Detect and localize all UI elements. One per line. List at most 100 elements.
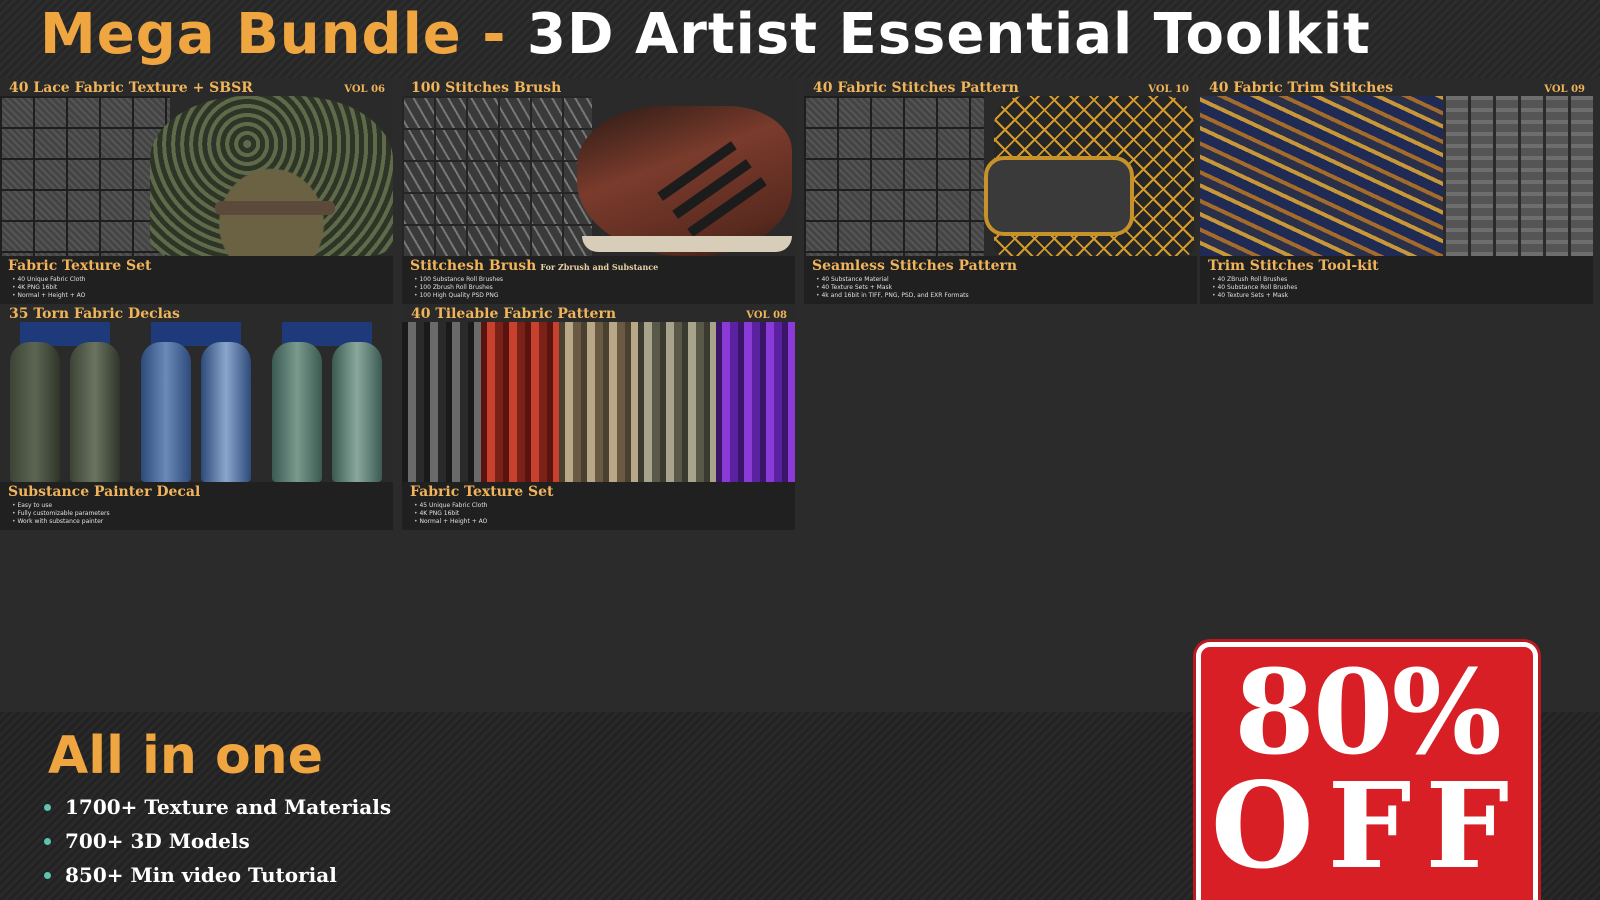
card-image-fabric-drapes: [402, 322, 795, 482]
jeans-leg: [10, 342, 60, 482]
torn-jeans-render: [262, 322, 393, 482]
bullet-dot-icon: [44, 803, 51, 811]
card-footer: Stitchesh Brush For Zbrush and Substance …: [402, 256, 795, 304]
product-card-trim-stitches[interactable]: 40 Fabric Trim Stitches VOL 09 Trim Stit…: [1200, 78, 1593, 304]
card-subtitle: Trim Stitches Tool-kit: [1208, 258, 1379, 274]
card-volume: VOL 10: [1148, 84, 1189, 95]
blouse-belt: [215, 201, 335, 215]
card-feature-list: 40 Unique Fabric Cloth 4K PNG 16bit Norm…: [12, 276, 85, 300]
lace-blouse-render: [150, 96, 393, 256]
card-feature: 40 Substance Roll Brushes: [1212, 284, 1297, 292]
torn-jeans-render: [131, 322, 262, 482]
bundle-feature: 850+ Min video Tutorial: [44, 858, 391, 892]
card-title: 40 Tileable Fabric Pattern: [411, 306, 617, 322]
card-feature: 40 ZBrush Roll Brushes: [1212, 276, 1297, 284]
fabric-drape-cream: [637, 322, 717, 482]
bundle-feature-text: 1700+ Texture and Materials: [65, 795, 392, 819]
card-image-torn-jeans: [0, 322, 393, 482]
bundle-feature: 700+ 3D Models: [44, 824, 391, 858]
card-subtitle: Fabric Texture Set: [410, 484, 554, 500]
bullet-dot-icon: [44, 871, 51, 879]
product-card-torn-fabric[interactable]: 35 Torn Fabric Declas Substance Painter …: [0, 304, 393, 530]
card-footer: Trim Stitches Tool-kit 40 ZBrush Roll Br…: [1200, 256, 1593, 304]
product-card-lace-fabric[interactable]: 40 Lace Fabric Texture + SBSR VOL 06 Fab…: [0, 78, 393, 304]
header-banner: Mega Bundle - 3D Artist Essential Toolki…: [0, 0, 1600, 78]
card-footer: Fabric Texture Set 40 Unique Fabric Clot…: [0, 256, 393, 304]
card-volume: VOL 09: [1544, 84, 1585, 95]
card-image-trim-closeup: [1200, 96, 1593, 256]
title-separator: -: [461, 2, 527, 67]
fabric-drape-red: [480, 322, 560, 482]
jeans-leg: [70, 342, 120, 482]
card-image-sneaker: [402, 96, 795, 256]
card-image-lace-blouse: [0, 96, 393, 256]
card-feature: 40 Unique Fabric Cloth: [12, 276, 85, 284]
card-image-gaming-chair: [804, 96, 1197, 256]
jeans-leg: [332, 342, 382, 482]
bullet-dot-icon: [44, 837, 51, 845]
all-in-one-heading: All in one: [48, 726, 323, 786]
card-feature-list: 45 Unique Fabric Cloth 4K PNG 16bit Norm…: [414, 502, 487, 526]
card-footer: Substance Painter Decal Easy to use Full…: [0, 482, 393, 530]
product-card-tileable-fabric[interactable]: 40 Tileable Fabric Pattern VOL 08 Fabric…: [402, 304, 795, 530]
card-feature: 4K PNG 16bit: [414, 510, 487, 518]
card-feature: 100 Zbrush Roll Brushes: [414, 284, 503, 292]
jeans-leg: [141, 342, 191, 482]
card-footer: Seamless Stitches Pattern 40 Substance M…: [804, 256, 1197, 304]
card-subtitle: Fabric Texture Set: [8, 258, 152, 274]
lace-texture-grid: [0, 96, 170, 256]
torn-jeans-render: [0, 322, 131, 482]
card-footer: Fabric Texture Set 45 Unique Fabric Clot…: [402, 482, 795, 530]
title-rest: 3D Artist Essential Toolkit: [527, 2, 1371, 67]
card-feature-list: 40 ZBrush Roll Brushes 40 Substance Roll…: [1212, 276, 1297, 300]
card-feature-list: 40 Substance Material 40 Texture Sets + …: [816, 276, 969, 300]
card-subtitle: Stitchesh Brush For Zbrush and Substance: [410, 258, 658, 274]
fabric-drape-grey: [402, 322, 481, 482]
stitch-brush-grid: [402, 96, 592, 256]
card-feature-list: 100 Substance Roll Brushes 100 Zbrush Ro…: [414, 276, 503, 300]
card-feature: Easy to use: [12, 502, 110, 510]
bundle-feature-text: 850+ Min video Tutorial: [65, 863, 337, 887]
card-feature: Normal + Height + AO: [414, 518, 487, 526]
trim-stitches-render: [1200, 96, 1445, 256]
sneaker-sole: [582, 236, 792, 252]
card-volume: VOL 08: [746, 310, 787, 321]
card-feature: 45 Unique Fabric Cloth: [414, 502, 487, 510]
discount-percent: 80%: [1234, 645, 1502, 781]
card-subtitle: Seamless Stitches Pattern: [812, 258, 1018, 274]
card-feature-list: Easy to use Fully customizable parameter…: [12, 502, 110, 526]
fabric-drape-purple: [716, 322, 795, 482]
card-title: 100 Stitches Brush: [411, 80, 562, 96]
bundle-feature: 1700+ Texture and Materials: [44, 790, 391, 824]
card-subtitle: Substance Painter Decal: [8, 484, 201, 500]
card-subnote: For Zbrush and Substance: [540, 262, 659, 272]
card-feature: 4k and 16bit in TIFF, PNG, PSD, and EXR …: [816, 292, 968, 300]
card-title: 40 Fabric Trim Stitches: [1209, 80, 1394, 96]
card-volume: VOL 06: [344, 84, 385, 95]
stitch-pattern-grid: [804, 96, 984, 256]
product-card-stitches-pattern[interactable]: 40 Fabric Stitches Pattern VOL 10 Seamle…: [804, 78, 1197, 304]
card-feature: 40 Texture Sets + Mask: [1212, 292, 1297, 300]
card-feature: Fully customizable parameters: [12, 510, 109, 518]
title-accent: Mega Bundle: [40, 2, 462, 67]
card-title: 35 Torn Fabric Declas: [9, 306, 180, 322]
card-title: 40 Fabric Stitches Pattern: [813, 80, 1019, 96]
discount-off-label: OFF: [1210, 756, 1524, 895]
trim-brush-strips: [1443, 96, 1593, 256]
card-subtitle-text: Stitchesh Brush: [410, 258, 537, 274]
product-card-stitches-brush[interactable]: 100 Stitches Brush Stitchesh Brush For Zb…: [402, 78, 795, 304]
card-feature: 40 Texture Sets + Mask: [816, 284, 969, 292]
card-title: 40 Lace Fabric Texture + SBSR: [9, 80, 253, 96]
fabric-drape-beige: [559, 322, 638, 482]
gaming-chair-seat: [984, 156, 1134, 236]
card-feature: 100 Substance Roll Brushes: [414, 276, 503, 284]
jeans-leg: [201, 342, 251, 482]
bundle-feature-list: 1700+ Texture and Materials 700+ 3D Mode…: [44, 790, 391, 892]
bundle-feature-text: 700+ 3D Models: [65, 829, 250, 853]
card-feature: Normal + Height + AO: [12, 292, 85, 300]
card-feature: Work with substance painter: [12, 518, 110, 526]
page-title: Mega Bundle - 3D Artist Essential Toolki…: [40, 2, 1371, 67]
discount-badge[interactable]: 80% OFF: [1196, 642, 1538, 900]
card-feature: 40 Substance Material: [816, 276, 969, 284]
card-feature: 100 High Quality PSD PNG: [414, 292, 503, 300]
